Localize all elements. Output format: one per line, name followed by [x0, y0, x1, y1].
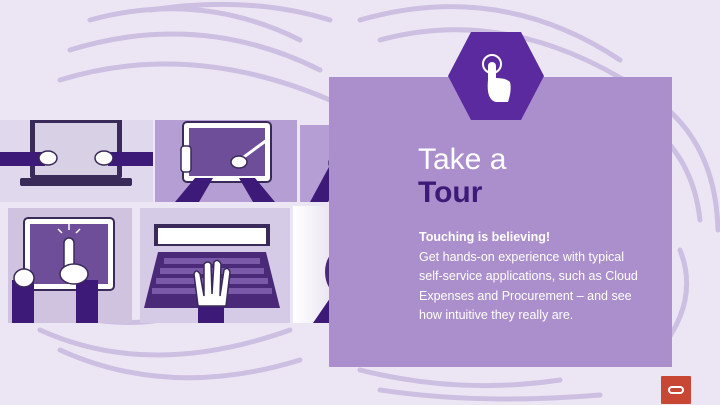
- description-body: Get hands-on experience with typical sel…: [419, 249, 638, 323]
- tile-laptop-hands: [0, 120, 153, 202]
- laptop-keyboard-hand-icon: [144, 224, 280, 323]
- title-take-a: Take a: [418, 143, 507, 176]
- tile-tablet-finger: [8, 208, 132, 323]
- laptop-hands-icon: [0, 120, 153, 186]
- oracle-ring: [668, 386, 684, 394]
- oracle-logo-icon: [661, 376, 691, 404]
- tile-tablet-stylus: [155, 120, 297, 202]
- tablet-stylus-icon: [175, 121, 275, 202]
- description-lead: Touching is believing!: [419, 230, 551, 244]
- description: Touching is believing! Get hands-on expe…: [419, 228, 649, 326]
- tile-laptop-keyboard: [140, 208, 290, 323]
- touch-hex-badge: [448, 32, 544, 120]
- title-tour: Tour: [418, 176, 483, 209]
- tablet-finger-icon: [12, 217, 115, 323]
